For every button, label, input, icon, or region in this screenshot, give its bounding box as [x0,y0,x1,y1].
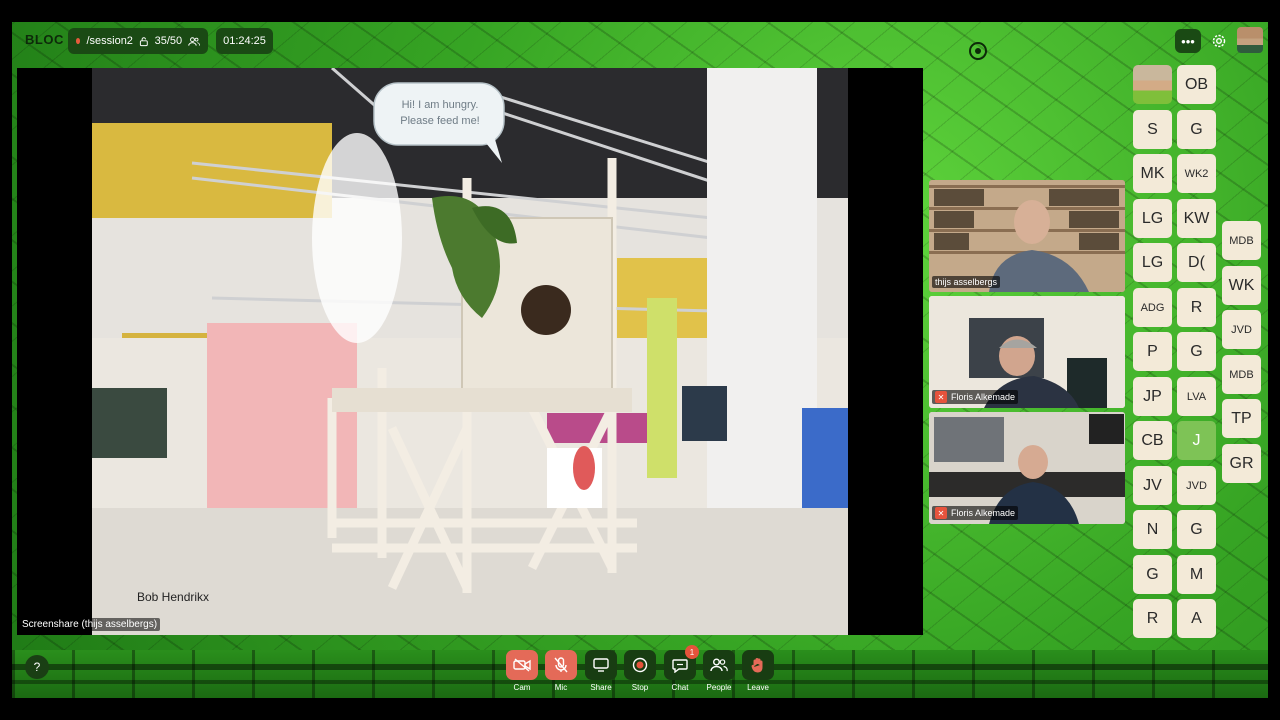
chat-icon [672,658,688,673]
shared-screen-image: Hi! I am hungry. Please feed me! Bob Hen… [92,68,848,635]
participant-avatar[interactable]: TP [1222,399,1261,438]
participant-name-label: thijs asselbergs [932,276,1001,288]
participant-tile[interactable]: ✕ Floris Alkemade [929,412,1125,524]
participant-avatar[interactable]: R [1177,288,1216,327]
participant-avatar[interactable]: G [1133,555,1172,594]
participant-avatar[interactable]: JV [1133,466,1172,505]
participant-avatar[interactable]: P [1133,332,1172,371]
photo-caption: Bob Hendrikx [137,590,209,604]
screenshare-label: Screenshare (thijs asselbergs) [19,618,161,631]
participant-avatar[interactable]: WK2 [1177,154,1216,193]
chat-control[interactable]: 1 Chat [663,645,699,692]
session-path: /session2 [86,35,133,47]
hand-icon [751,657,763,673]
participant-name-label: ✕ Floris Alkemade [932,390,1019,404]
control-label: Cam [513,683,531,692]
participant-avatar[interactable]: G [1177,332,1216,371]
participant-avatar[interactable]: M [1177,555,1216,594]
people-icon [188,36,200,46]
record-stop-icon [632,657,648,673]
control-label: Stop [631,683,649,692]
screen-share-icon [593,658,609,672]
mic-toggle-button[interactable] [545,650,577,680]
participant-avatar[interactable]: S [1133,110,1172,149]
participant-tile[interactable]: ✕ Floris Alkemade [929,296,1125,408]
participant-avatar[interactable]: ADG [1133,288,1172,327]
control-label: Mic [554,683,568,692]
mic-muted-icon: ✕ [935,391,947,403]
settings-button[interactable] [1206,29,1232,53]
mic-control[interactable]: Mic [544,650,578,692]
speech-bubble-line-1: Hi! I am hungry. [402,99,479,111]
unread-badge: 1 [685,645,699,659]
control-label: People [706,683,732,692]
stop-control[interactable]: Stop [623,650,657,692]
people-button[interactable] [703,650,735,680]
participant-avatar[interactable]: A [1177,599,1216,638]
mic-muted-icon: ✕ [935,507,947,519]
decorative-circle [969,42,987,60]
camera-control[interactable]: Cam [505,650,539,692]
participant-avatar-photo[interactable] [1133,65,1172,104]
participant-count: 35/50 [154,35,183,47]
gear-icon [1212,34,1226,48]
participant-avatar[interactable]: CB [1133,421,1172,460]
camera-toggle-button[interactable] [506,650,538,680]
control-label: Chat [671,683,689,692]
control-label: Share [590,683,612,692]
participant-avatar[interactable]: LG [1133,199,1172,238]
participant-avatar-speaking[interactable]: J [1177,421,1216,460]
participant-name-label: ✕ Floris Alkemade [932,506,1019,520]
participant-avatar[interactable]: JVD [1222,310,1261,349]
participant-avatar[interactable]: MDB [1222,355,1261,394]
participant-tile[interactable]: thijs asselbergs [929,180,1125,292]
leave-button[interactable] [742,650,774,680]
participant-avatar[interactable]: N [1133,510,1172,549]
self-avatar[interactable] [1237,27,1263,53]
participant-avatar[interactable]: OB [1177,65,1216,104]
participant-avatar[interactable]: WK [1222,266,1261,305]
control-label: Leave [747,683,769,692]
live-dot-icon [76,38,81,44]
participant-avatar[interactable]: G [1177,510,1216,549]
leave-control[interactable]: Leave [741,650,775,692]
stop-recording-button[interactable] [624,650,656,680]
app-logo: BLOC [25,32,64,47]
screen-share-button[interactable] [585,650,617,680]
participant-avatar[interactable]: GR [1222,444,1261,483]
participant-avatar[interactable]: KW [1177,199,1216,238]
participant-avatar[interactable]: G [1177,110,1216,149]
people-icon [710,658,728,672]
exhibition-photo: Hi! I am hungry. Please feed me! Bob Hen… [92,68,848,635]
share-control[interactable]: Share [584,650,618,692]
more-options-button[interactable]: ••• [1175,29,1201,53]
participant-avatar[interactable]: JVD [1177,466,1216,505]
session-info-pill[interactable]: /session2 35/50 [68,28,208,54]
participant-avatar[interactable]: MK [1133,154,1172,193]
people-control[interactable]: People [702,650,736,692]
participant-avatar[interactable]: LVA [1177,377,1216,416]
unlock-icon [139,36,148,46]
participant-avatar[interactable]: R [1133,599,1172,638]
participant-avatar[interactable]: JP [1133,377,1172,416]
camera-off-icon [513,658,531,672]
participant-avatar[interactable]: MDB [1222,221,1261,260]
participant-avatar[interactable]: D( [1177,243,1216,282]
participant-avatar[interactable]: LG [1133,243,1172,282]
help-button[interactable]: ? [25,655,49,679]
mic-off-icon [554,657,568,673]
session-timer: 01:24:25 [216,28,273,54]
speech-bubble-line-2: Please feed me! [400,115,480,127]
